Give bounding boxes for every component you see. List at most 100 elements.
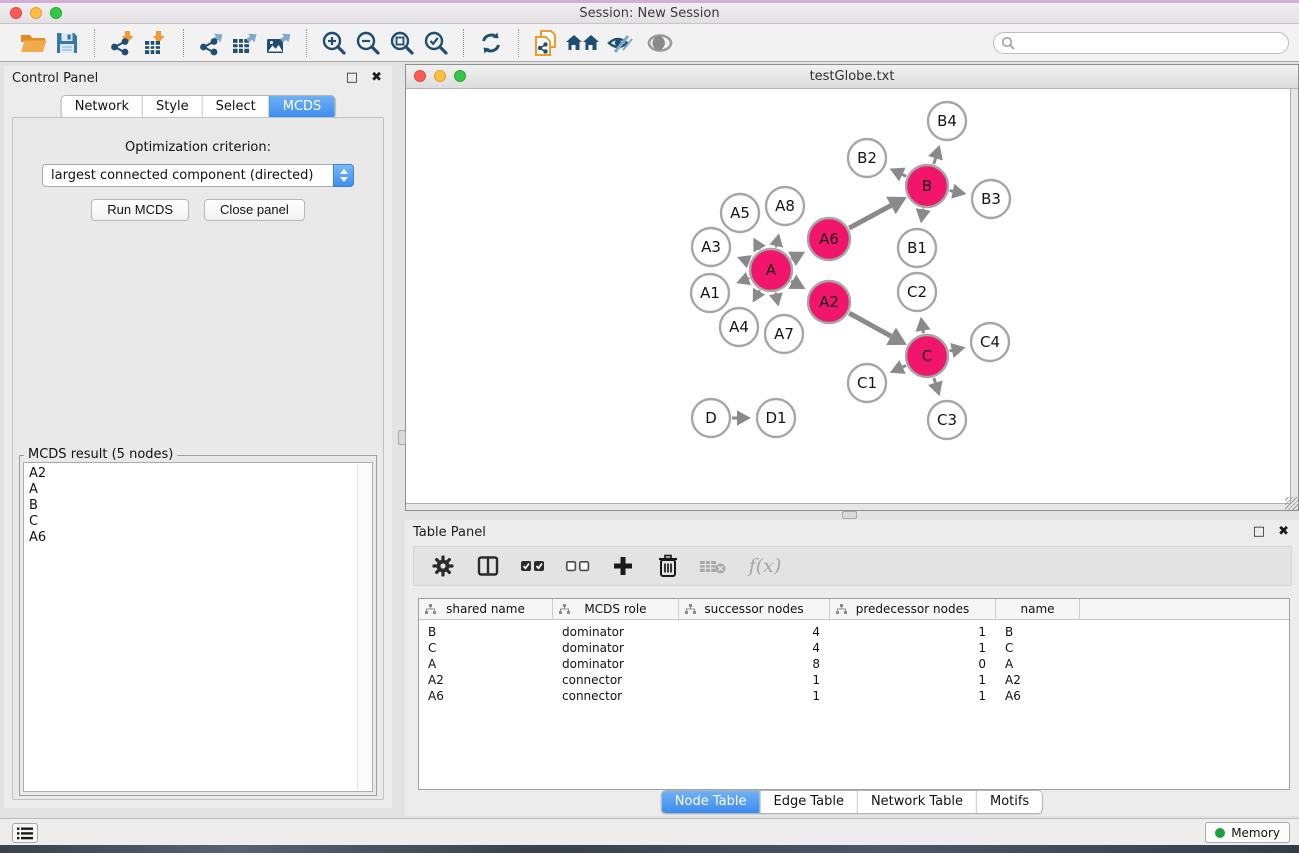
birdseye-view-button[interactable] bbox=[643, 27, 677, 59]
networks-overview-button[interactable] bbox=[563, 27, 603, 59]
criterion-dropdown[interactable]: largest connected component (directed) bbox=[42, 164, 354, 187]
export-image-button[interactable] bbox=[262, 27, 296, 59]
edge-A-A8[interactable] bbox=[769, 233, 783, 247]
table-cell[interactable]: 1 bbox=[679, 673, 830, 687]
table-cell[interactable]: 8 bbox=[679, 657, 830, 671]
select-all-columns-button[interactable] bbox=[518, 551, 548, 581]
table-cell[interactable]: dominator bbox=[553, 641, 679, 655]
result-list-item[interactable]: C bbox=[29, 514, 372, 530]
vertical-splitter-handle[interactable] bbox=[398, 430, 406, 445]
table-cell[interactable]: connector bbox=[553, 673, 679, 687]
table-cell[interactable]: A bbox=[996, 657, 1080, 671]
edge-A6-B[interactable] bbox=[849, 197, 907, 228]
node-A3[interactable]: A3 bbox=[692, 228, 730, 266]
edge-C-C2[interactable] bbox=[916, 317, 931, 334]
node-B2[interactable]: B2 bbox=[848, 139, 886, 177]
table-cell[interactable]: A2 bbox=[419, 673, 553, 687]
result-list-item[interactable]: A2 bbox=[29, 466, 372, 482]
node-A7[interactable]: A7 bbox=[765, 315, 803, 353]
node-C1[interactable]: C1 bbox=[848, 364, 886, 402]
export-network-button[interactable] bbox=[194, 27, 228, 59]
network-graph[interactable]: B4B2BB3A5A8A6B1A3AA1C2A2A4A7C4CC1C3DD1 bbox=[413, 89, 1291, 504]
node-A1[interactable]: A1 bbox=[691, 274, 729, 312]
node-D[interactable]: D bbox=[692, 399, 730, 437]
horizontal-splitter-handle[interactable] bbox=[842, 511, 857, 519]
column-header-shared-name[interactable]: shared name bbox=[419, 599, 553, 619]
table-cell[interactable]: B bbox=[996, 625, 1080, 639]
edge-D-D1[interactable] bbox=[732, 410, 751, 425]
table-cell[interactable]: 1 bbox=[830, 689, 996, 703]
table-cell[interactable]: C bbox=[419, 641, 553, 655]
toolbar-search[interactable] bbox=[993, 32, 1289, 54]
table-settings-button[interactable] bbox=[428, 551, 458, 581]
tab-network-table[interactable]: Network Table bbox=[857, 791, 976, 813]
table-cell[interactable]: A6 bbox=[419, 689, 553, 703]
result-list-item[interactable]: A bbox=[29, 482, 372, 498]
edge-C-C3[interactable] bbox=[928, 378, 943, 396]
mcds-result-list[interactable]: A2ABCA6 bbox=[23, 462, 373, 792]
node-A4[interactable]: A4 bbox=[720, 308, 758, 346]
column-header-predecessor-nodes[interactable]: predecessor nodes bbox=[830, 599, 996, 619]
open-session-button[interactable] bbox=[16, 27, 50, 59]
table-cell[interactable]: 1 bbox=[830, 641, 996, 655]
minimize-window-button[interactable] bbox=[30, 7, 42, 19]
minimize-network-button[interactable] bbox=[434, 70, 446, 82]
refresh-button[interactable] bbox=[474, 27, 508, 59]
memory-button[interactable]: Memory bbox=[1205, 822, 1290, 843]
edge-B-B2[interactable] bbox=[890, 168, 907, 182]
node-A8[interactable]: A8 bbox=[766, 187, 804, 225]
edge-B-B4[interactable] bbox=[928, 145, 943, 164]
task-history-button[interactable] bbox=[12, 823, 38, 843]
table-cell[interactable]: 0 bbox=[830, 657, 996, 671]
tab-node-table[interactable]: Node Table bbox=[662, 791, 760, 813]
zoom-selected-button[interactable] bbox=[419, 27, 453, 59]
tab-select[interactable]: Select bbox=[202, 96, 269, 118]
edge-A-A1[interactable] bbox=[736, 272, 751, 285]
table-row[interactable]: A2connector11A2 bbox=[419, 672, 1289, 688]
table-cell[interactable]: A bbox=[419, 657, 553, 671]
tab-edge-table[interactable]: Edge Table bbox=[759, 791, 856, 813]
edge-C-C1[interactable] bbox=[890, 360, 906, 374]
column-header-name[interactable]: name bbox=[996, 599, 1080, 619]
delete-column-button[interactable] bbox=[653, 551, 683, 581]
column-header-MCDS-role[interactable]: MCDS role bbox=[553, 599, 679, 619]
search-input[interactable] bbox=[1015, 34, 1288, 52]
network-canvas[interactable]: B4B2BB3A5A8A6B1A3AA1C2A2A4A7C4CC1C3DD1 bbox=[406, 89, 1291, 504]
table-cell[interactable]: connector bbox=[553, 689, 679, 703]
import-table-button[interactable] bbox=[139, 27, 173, 59]
float-panel-icon[interactable]: □ bbox=[346, 70, 358, 85]
column-header-successor-nodes[interactable]: successor nodes bbox=[679, 599, 830, 619]
export-table-button[interactable] bbox=[228, 27, 262, 59]
node-B4[interactable]: B4 bbox=[928, 102, 966, 140]
save-session-button[interactable] bbox=[50, 27, 84, 59]
window-resize-grip[interactable] bbox=[1285, 497, 1298, 510]
node-C4[interactable]: C4 bbox=[971, 323, 1009, 361]
zoom-network-button[interactable] bbox=[454, 70, 466, 82]
table-cell[interactable]: C bbox=[996, 641, 1080, 655]
tab-mcds[interactable]: MCDS bbox=[269, 96, 335, 118]
edge-B-B3[interactable] bbox=[950, 184, 967, 199]
node-C3[interactable]: C3 bbox=[928, 401, 966, 439]
result-list-item[interactable]: A6 bbox=[29, 530, 372, 546]
result-list-scrollbar[interactable] bbox=[357, 464, 371, 790]
table-cell[interactable]: 4 bbox=[679, 641, 830, 655]
close-network-button[interactable] bbox=[414, 70, 426, 82]
table-cell[interactable]: B bbox=[419, 625, 553, 639]
close-panel-icon[interactable]: ✖ bbox=[1278, 524, 1289, 539]
node-B1[interactable]: B1 bbox=[898, 229, 936, 267]
node-A5[interactable]: A5 bbox=[721, 194, 759, 232]
table-cell[interactable]: 1 bbox=[830, 673, 996, 687]
network-window-titlebar[interactable]: testGlobe.txt bbox=[406, 65, 1298, 89]
close-panel-icon[interactable]: ✖ bbox=[371, 70, 382, 85]
zoom-fit-button[interactable] bbox=[385, 27, 419, 59]
table-cell[interactable]: dominator bbox=[553, 625, 679, 639]
table-cell[interactable]: A6 bbox=[996, 689, 1080, 703]
import-network-button[interactable] bbox=[105, 27, 139, 59]
node-C[interactable]: C bbox=[906, 335, 948, 377]
table-row[interactable]: Bdominator41B bbox=[419, 624, 1289, 640]
zoom-in-button[interactable] bbox=[317, 27, 351, 59]
node-D1[interactable]: D1 bbox=[757, 399, 795, 437]
node-A[interactable]: A bbox=[750, 249, 792, 291]
clone-network-button[interactable] bbox=[529, 27, 563, 59]
table-cell[interactable]: 1 bbox=[830, 625, 996, 639]
